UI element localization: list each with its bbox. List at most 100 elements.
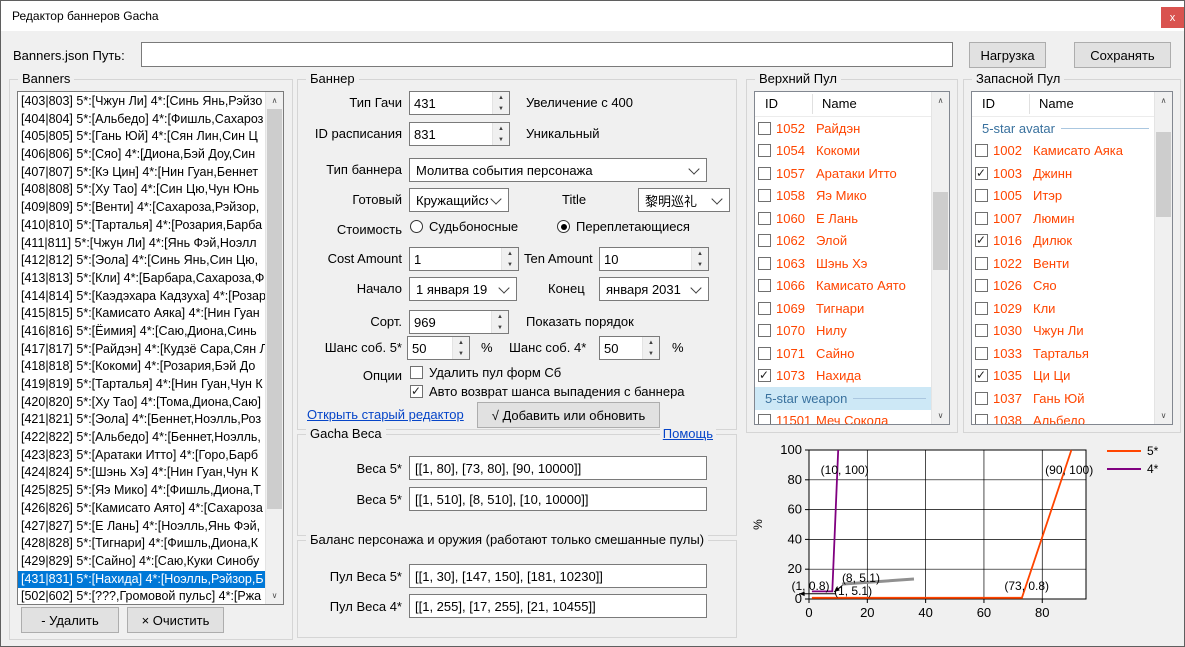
pool-row[interactable]: 11501Меч Сокола — [755, 410, 932, 426]
gacha-type-spinner[interactable]: ▲▼ — [409, 91, 510, 115]
banner-list-item[interactable]: [419|819] 5*:[Тарталья] 4*:[Нин Гуан,Чун… — [18, 376, 266, 394]
row-checkbox[interactable] — [758, 324, 771, 337]
row-checkbox[interactable] — [975, 144, 988, 157]
banner-list-item[interactable]: [416|816] 5*:[Ёимия] 4*:[Саю,Диона,Синь — [18, 323, 266, 341]
pool-row[interactable]: 1007Люмин — [972, 207, 1155, 230]
scroll-thumb[interactable] — [1156, 132, 1171, 217]
old-editor-link[interactable]: Открыть старый редактор — [307, 407, 464, 422]
scroll-down-icon[interactable]: ∨ — [932, 407, 949, 424]
cost-radio-intertwined[interactable]: Переплетающиеся — [557, 219, 690, 234]
row-checkbox[interactable] — [975, 324, 988, 337]
banner-list-item[interactable]: [404|804] 5*:[Альбедо] 4*:[Фишль,Сахароз — [18, 111, 266, 129]
scroll-down-icon[interactable]: ∨ — [266, 587, 283, 604]
pool-row[interactable]: 1033Тарталья — [972, 342, 1155, 365]
pool-weights4-input[interactable] — [409, 594, 707, 618]
row-checkbox[interactable] — [975, 302, 988, 315]
banner-list-item[interactable]: [412|812] 5*:[Эола] 4*:[Синь Янь,Син Цю, — [18, 252, 266, 270]
row-checkbox[interactable] — [975, 257, 988, 270]
banner-list-item[interactable]: [429|829] 5*:[Сайно] 4*:[Саю,Куки Синобу — [18, 553, 266, 571]
chance4-spinner[interactable]: ▲▼ — [599, 336, 660, 360]
row-checkbox[interactable] — [758, 302, 771, 315]
pool-row[interactable]: 1058Яэ Мико — [755, 185, 932, 208]
pool-row[interactable]: 1057Аратаки Итто — [755, 162, 932, 185]
pool-row[interactable]: 1060Е Лань — [755, 207, 932, 230]
banner-list-item[interactable]: [403|803] 5*:[Чжун Ли] 4*:[Синь Янь,Рэйз… — [18, 93, 266, 111]
banner-list-item[interactable]: [421|821] 5*:[Эола] 4*:[Беннет,Ноэлль,Ро… — [18, 411, 266, 429]
pool-row[interactable]: 1062Элой — [755, 230, 932, 253]
pool-row[interactable]: 1063Шэнь Хэ — [755, 252, 932, 275]
row-checkbox[interactable] — [758, 212, 771, 225]
row-checkbox[interactable] — [758, 369, 771, 382]
pool-row[interactable]: 1002Камисато Аяка — [972, 140, 1155, 163]
banners-scrollbar[interactable]: ∧ ∨ — [265, 92, 283, 604]
weights5b-input[interactable] — [409, 487, 707, 511]
row-checkbox[interactable] — [758, 257, 771, 270]
load-button[interactable]: Нагрузка — [969, 42, 1046, 68]
spinner-buttons-icon[interactable]: ▲▼ — [492, 123, 509, 145]
banner-list-item[interactable]: [407|807] 5*:[Кэ Цин] 4*:[Нин Гуан,Бенне… — [18, 164, 266, 182]
banner-list-item[interactable]: [425|825] 5*:[Яэ Мико] 4*:[Фишль,Диона,Т — [18, 482, 266, 500]
weights5-input[interactable] — [409, 456, 707, 480]
pool-row[interactable]: 1035Ци Ци — [972, 365, 1155, 388]
banners-list[interactable]: [403|803] 5*:[Чжун Ли] 4*:[Синь Янь,Рэйз… — [17, 91, 284, 605]
radio-icon[interactable] — [410, 220, 423, 233]
banner-list-item[interactable]: [413|813] 5*:[Кли] 4*:[Барбара,Сахароза,… — [18, 270, 266, 288]
path-input[interactable] — [141, 42, 953, 67]
banner-type-select[interactable]: Молитва события персонажа — [409, 158, 707, 182]
checkbox-icon[interactable] — [410, 366, 423, 379]
row-checkbox[interactable] — [758, 167, 771, 180]
banner-list-item[interactable]: [408|808] 5*:[Ху Тао] 4*:[Син Цю,Чун Юнь — [18, 181, 266, 199]
spinner-buttons-icon[interactable]: ▲▼ — [492, 92, 509, 114]
ten-amount-spinner[interactable]: ▲▼ — [599, 247, 709, 271]
option-auto-return[interactable]: Авто возврат шанса выпадения с баннера — [410, 384, 685, 399]
row-checkbox[interactable] — [758, 189, 771, 202]
sort-input[interactable] — [410, 311, 491, 333]
spinner-buttons-icon[interactable]: ▲▼ — [691, 248, 708, 270]
column-id[interactable]: ID — [982, 96, 995, 111]
reserve-pool-scrollbar[interactable]: ∧ ∨ — [1154, 92, 1172, 424]
scroll-thumb[interactable] — [933, 192, 948, 270]
pool-row[interactable]: 1026Сяо — [972, 275, 1155, 298]
save-button[interactable]: Сохранять — [1074, 42, 1171, 68]
banner-list-item[interactable]: [431|831] 5*:[Нахида] 4*:[Ноэлль,Рэйзор,… — [18, 571, 266, 589]
column-name[interactable]: Name — [822, 96, 857, 111]
row-checkbox[interactable] — [975, 279, 988, 292]
pool-row[interactable]: 1069Тигнари — [755, 297, 932, 320]
banner-list-item[interactable]: [409|809] 5*:[Венти] 4*:[Сахароза,Рэйзор… — [18, 199, 266, 217]
banner-list-item[interactable]: [420|820] 5*:[Ху Тао] 4*:[Тома,Диона,Саю… — [18, 394, 266, 412]
banner-list-item[interactable]: [406|806] 5*:[Сяо] 4*:[Диона,Бэй Доу,Син — [18, 146, 266, 164]
pool-row[interactable]: 1016Дилюк — [972, 230, 1155, 253]
scroll-up-icon[interactable]: ∧ — [266, 92, 283, 109]
banner-list-item[interactable]: [414|814] 5*:[Каэдэхара Кадзуха] 4*:[Роз… — [18, 288, 266, 306]
banner-list-item[interactable]: [417|817] 5*:[Райдэн] 4*:[Кудзё Сара,Сян… — [18, 341, 266, 359]
close-button[interactable]: x — [1161, 7, 1184, 28]
clear-banners-button[interactable]: × Очистить — [127, 607, 224, 633]
pool-row[interactable]: 1071Сайно — [755, 342, 932, 365]
prefab-select[interactable]: Кружащийся л — [409, 188, 509, 212]
banner-list-item[interactable]: [415|815] 5*:[Камисато Аяка] 4*:[Нин Гуа… — [18, 305, 266, 323]
title-select[interactable]: 黎明巡礼 — [638, 188, 730, 212]
row-checkbox[interactable] — [975, 392, 988, 405]
banner-list-item[interactable]: [428|828] 5*:[Тигнари] 4*:[Фишль,Диона,К — [18, 535, 266, 553]
banner-list-item[interactable]: [411|811] 5*:[Чжун Ли] 4*:[Янь Фэй,Ноэлл — [18, 235, 266, 253]
pool-row[interactable]: 1005Итэр — [972, 185, 1155, 208]
checkbox-icon[interactable] — [410, 385, 423, 398]
pool-row[interactable]: 1037Гань Юй — [972, 387, 1155, 410]
row-checkbox[interactable] — [758, 279, 771, 292]
pool-row[interactable]: 1054Кокоми — [755, 140, 932, 163]
option-remove-pool[interactable]: Удалить пул форм Сб — [410, 365, 561, 380]
spinner-buttons-icon[interactable]: ▲▼ — [452, 337, 469, 359]
banner-list-item[interactable]: [410|810] 5*:[Тарталья] 4*:[Розария,Барб… — [18, 217, 266, 235]
pool-row[interactable]: 1003Джинн — [972, 162, 1155, 185]
delete-banner-button[interactable]: - Удалить — [21, 607, 119, 633]
pool-row[interactable]: 1070Нилу — [755, 320, 932, 343]
scroll-up-icon[interactable]: ∧ — [1155, 92, 1172, 109]
row-checkbox[interactable] — [975, 347, 988, 360]
pool-row[interactable]: 1038Альбедо — [972, 410, 1155, 426]
row-checkbox[interactable] — [758, 234, 771, 247]
schedule-id-spinner[interactable]: ▲▼ — [409, 122, 510, 146]
chance4-input[interactable] — [600, 337, 642, 359]
add-or-update-button[interactable]: √ Добавить или обновить — [477, 402, 660, 428]
chance5-input[interactable] — [408, 337, 452, 359]
row-checkbox[interactable] — [758, 144, 771, 157]
